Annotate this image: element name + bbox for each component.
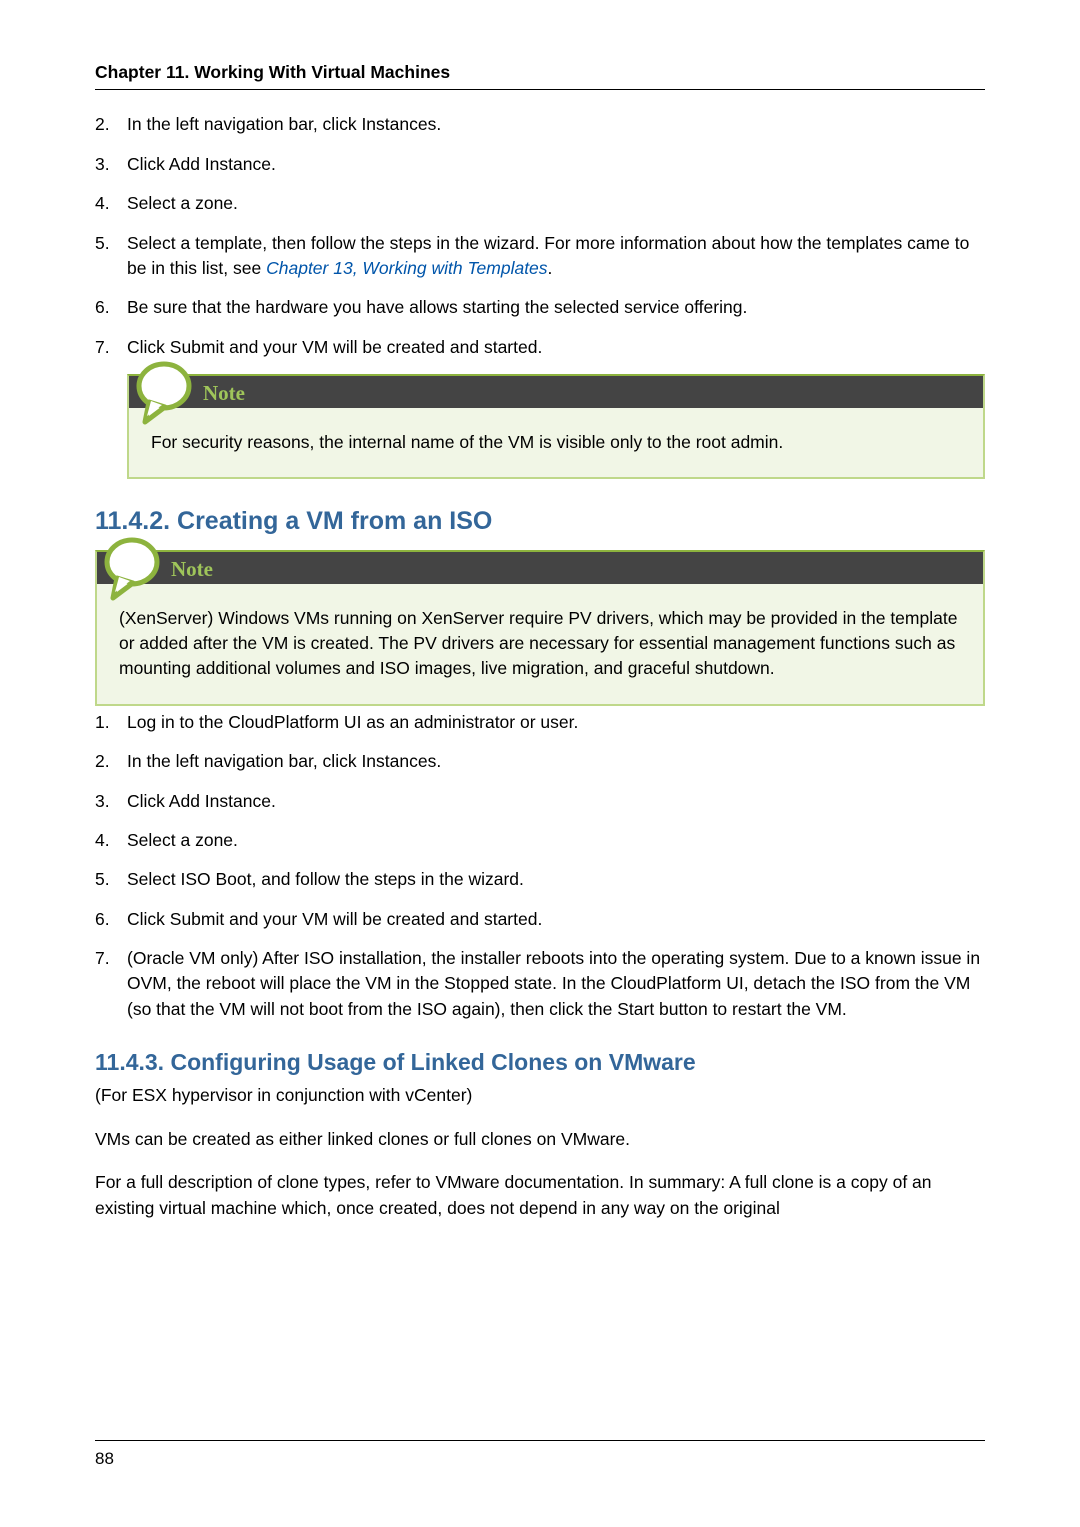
list-item: 5. Select ISO Boot, and follow the steps…	[95, 867, 985, 892]
list-item: 1. Log in to the CloudPlatform UI as an …	[95, 710, 985, 735]
page-footer: 88	[95, 1440, 985, 1472]
list-text: Click Submit and your VM will be created…	[127, 335, 985, 360]
list-number: 3.	[95, 152, 127, 177]
paragraph: For a full description of clone types, r…	[95, 1170, 985, 1221]
list-number: 7.	[95, 335, 127, 360]
list-text: Click Submit and your VM will be created…	[127, 907, 985, 932]
list-number: 7.	[95, 946, 127, 1022]
note-body: For security reasons, the internal name …	[127, 408, 985, 479]
note-header: Note	[95, 550, 985, 584]
list-text: Select a template, then follow the steps…	[127, 231, 985, 282]
note-header: Note	[127, 374, 985, 408]
list-number: 4.	[95, 191, 127, 216]
speech-bubble-icon	[103, 532, 161, 603]
ordered-list-1: 2. In the left navigation bar, click Ins…	[95, 112, 985, 360]
list-item: 4. Select a zone.	[95, 191, 985, 216]
note-callout: Note For security reasons, the internal …	[127, 374, 985, 479]
note-callout: Note (XenServer) Windows VMs running on …	[95, 550, 985, 706]
list-text: In the left navigation bar, click Instan…	[127, 112, 985, 137]
paragraph: (For ESX hypervisor in conjunction with …	[95, 1083, 985, 1108]
list-text: In the left navigation bar, click Instan…	[127, 749, 985, 774]
chapter-link[interactable]: Chapter 13, Working with Templates	[266, 258, 547, 278]
list-text: Log in to the CloudPlatform UI as an adm…	[127, 710, 985, 735]
list-item: 4. Select a zone.	[95, 828, 985, 853]
list-item: 7. (Oracle VM only) After ISO installati…	[95, 946, 985, 1022]
list-item: 3. Click Add Instance.	[95, 152, 985, 177]
note-body: (XenServer) Windows VMs running on XenSe…	[95, 584, 985, 706]
list-item: 2. In the left navigation bar, click Ins…	[95, 112, 985, 137]
list-number: 5.	[95, 231, 127, 282]
chapter-header: Chapter 11. Working With Virtual Machine…	[95, 60, 985, 90]
speech-bubble-icon	[135, 356, 193, 427]
list-item: 3. Click Add Instance.	[95, 789, 985, 814]
list-number: 6.	[95, 907, 127, 932]
list-item: 5. Select a template, then follow the st…	[95, 231, 985, 282]
list-text: Click Add Instance.	[127, 152, 985, 177]
list-number: 4.	[95, 828, 127, 853]
list-item: 6. Click Submit and your VM will be crea…	[95, 907, 985, 932]
list-item: 2. In the left navigation bar, click Ins…	[95, 749, 985, 774]
note-label: Note	[203, 381, 245, 405]
list-number: 2.	[95, 112, 127, 137]
note-label: Note	[171, 557, 213, 581]
page-number: 88	[95, 1449, 114, 1468]
list-number: 2.	[95, 749, 127, 774]
list-text: Select a zone.	[127, 828, 985, 853]
list-text: Be sure that the hardware you have allow…	[127, 295, 985, 320]
list-number: 1.	[95, 710, 127, 735]
ordered-list-2: 1. Log in to the CloudPlatform UI as an …	[95, 710, 985, 1022]
paragraph: VMs can be created as either linked clon…	[95, 1127, 985, 1152]
section-heading: 11.4.3. Configuring Usage of Linked Clon…	[95, 1046, 985, 1079]
list-number: 3.	[95, 789, 127, 814]
list-number: 6.	[95, 295, 127, 320]
list-text-part: .	[548, 258, 553, 278]
list-number: 5.	[95, 867, 127, 892]
list-item: 7. Click Submit and your VM will be crea…	[95, 335, 985, 360]
list-text: (Oracle VM only) After ISO installation,…	[127, 946, 985, 1022]
list-text: Click Add Instance.	[127, 789, 985, 814]
list-item: 6. Be sure that the hardware you have al…	[95, 295, 985, 320]
list-text: Select a zone.	[127, 191, 985, 216]
section-heading: 11.4.2. Creating a VM from an ISO	[95, 503, 985, 539]
list-text: Select ISO Boot, and follow the steps in…	[127, 867, 985, 892]
